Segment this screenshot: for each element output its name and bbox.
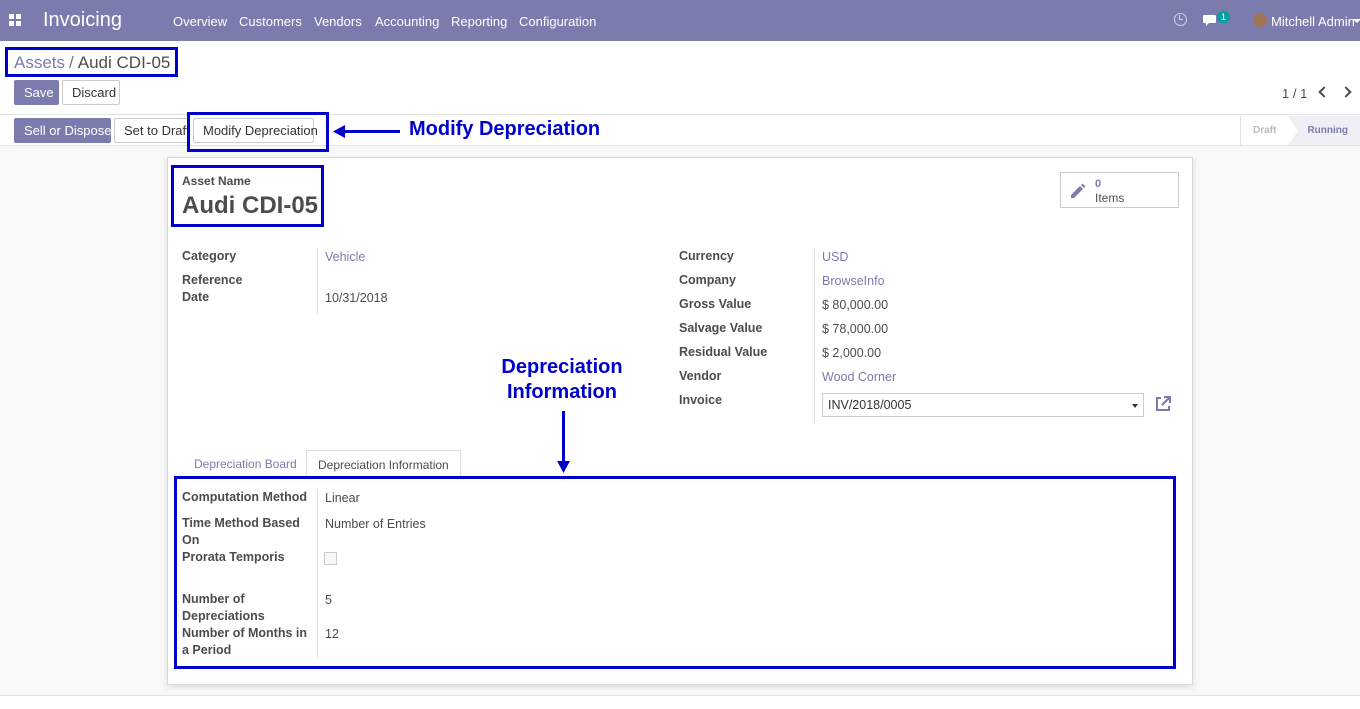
menu-customers[interactable]: Customers (239, 14, 302, 29)
gross-value-label: Gross Value (679, 297, 752, 311)
pencil-icon (1071, 183, 1086, 198)
sell-dispose-button[interactable]: Sell or Dispose (14, 118, 111, 143)
left-fields-divider (317, 248, 318, 314)
category-label: Category (182, 249, 237, 263)
modify-arrow-shaft (343, 130, 400, 133)
top-navbar: Invoicing Overview Customers Vendors Acc… (0, 0, 1360, 41)
menu-vendors[interactable]: Vendors (314, 14, 362, 29)
modify-depreciation-highlight-box (187, 112, 329, 152)
company-field[interactable]: BrowseInfo (822, 274, 885, 288)
gross-value-field[interactable]: $ 80,000.00 (822, 298, 888, 312)
activity-clock-icon[interactable] (1174, 13, 1187, 26)
invoice-label: Invoice (679, 393, 723, 407)
chevron-left-icon[interactable] (1316, 85, 1330, 99)
reference-date-label-2: Date (182, 290, 210, 304)
currency-field[interactable]: USD (822, 250, 848, 264)
discard-button[interactable]: Discard (62, 80, 120, 105)
arrow-left-icon (333, 125, 345, 138)
arrow-down-icon (557, 461, 570, 473)
save-button[interactable]: Save (14, 80, 59, 105)
menu-accounting[interactable]: Accounting (375, 14, 439, 29)
salvage-value-label: Salvage Value (679, 321, 763, 335)
set-to-draft-button[interactable]: Set to Draft (114, 118, 190, 143)
status-draft[interactable]: Draft (1240, 116, 1290, 145)
modify-depreciation-annotation: Modify Depreciation (409, 118, 601, 140)
items-smart-button[interactable]: 0 Items (1060, 172, 1179, 208)
tab-depreciation-board[interactable]: Depreciation Board (183, 450, 308, 477)
menu-overview[interactable]: Overview (173, 14, 227, 29)
external-link-icon[interactable] (1154, 395, 1172, 413)
menu-configuration[interactable]: Configuration (519, 14, 596, 29)
items-label: Items (1095, 191, 1125, 205)
asset-name-highlight-box (171, 165, 324, 227)
residual-value-label: Residual Value (679, 345, 768, 359)
chat-icon[interactable] (1203, 14, 1217, 27)
control-panel: Assets / Audi CDI-05 Save Discard 1 / 1 (0, 41, 1360, 115)
apps-menu-icon[interactable] (9, 14, 21, 26)
depreciation-info-highlight-box (174, 476, 1176, 669)
chat-badge: 1 (1217, 11, 1231, 23)
company-label: Company (679, 273, 736, 287)
user-menu[interactable]: Mitchell Admin (1271, 14, 1355, 29)
vendor-label: Vendor (679, 369, 722, 383)
category-field[interactable]: Vehicle (325, 250, 365, 264)
chevron-right-icon[interactable] (1340, 85, 1354, 99)
salvage-value-field[interactable]: $ 78,000.00 (822, 322, 888, 336)
dep-info-arrow-shaft (562, 411, 565, 463)
residual-value-field: $ 2,000.00 (822, 346, 882, 360)
app-title: Invoicing (43, 9, 122, 31)
depreciation-info-annotation-line2: Information (507, 381, 617, 403)
tab-depreciation-information[interactable]: Depreciation Information (306, 450, 461, 477)
right-fields-divider (814, 248, 815, 424)
vendor-field[interactable]: Wood Corner (822, 370, 896, 384)
menu-reporting[interactable]: Reporting (451, 14, 507, 29)
status-running[interactable]: Running (1288, 116, 1360, 145)
pager-value[interactable]: 1 / 1 (1282, 86, 1307, 101)
chevron-down-icon[interactable] (1353, 19, 1360, 23)
reference-date-field[interactable]: 10/31/2018 (325, 291, 388, 305)
depreciation-info-annotation-line1: Depreciation (501, 356, 623, 378)
currency-label: Currency (679, 249, 734, 263)
items-count: 0 (1095, 178, 1102, 190)
invoice-select[interactable]: INV/2018/0005 (822, 393, 1144, 417)
avatar[interactable] (1253, 13, 1267, 27)
reference-date-label-1: Reference (182, 273, 243, 287)
breadcrumb-highlight-box (5, 47, 178, 77)
